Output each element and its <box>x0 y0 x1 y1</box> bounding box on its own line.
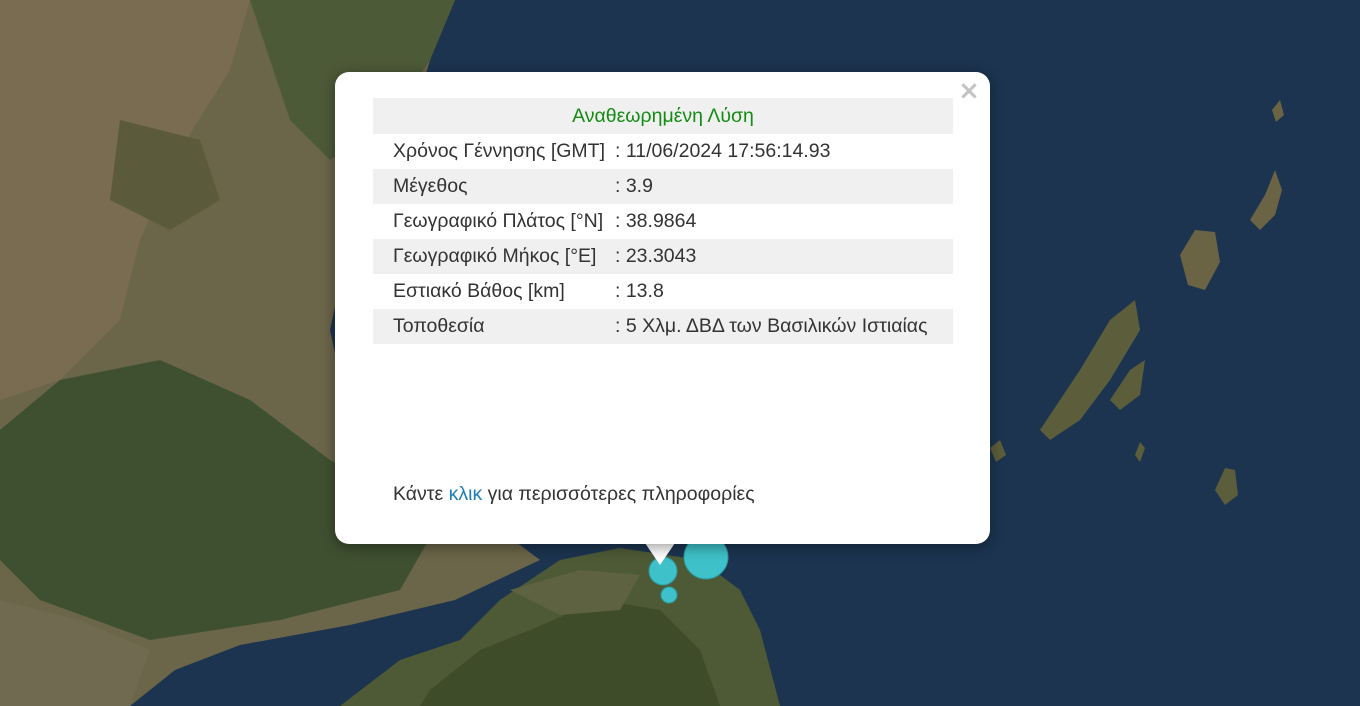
info-label: Εστιακό Βάθος [km] <box>393 280 565 302</box>
info-row-location: Τοποθεσία : 5 Χλμ. ΔΒΔ των Βασιλικών Ιστ… <box>373 309 953 344</box>
info-row-longitude: Γεωγραφικό Μήκος [°E] : 23.3043 <box>373 239 953 274</box>
info-row-latitude: Γεωγραφικό Πλάτος [°N] : 38.9864 <box>373 204 953 239</box>
earthquake-marker[interactable] <box>660 586 678 604</box>
info-value: : 23.3043 <box>615 239 953 274</box>
info-row-origin-time: Χρόνος Γέννησης [GMT] : 11/06/2024 17:56… <box>373 134 953 169</box>
info-value: : 5 Χλμ. ΔΒΔ των Βασιλικών Ιστιαίας <box>615 309 953 344</box>
info-row-magnitude: Μέγεθος : 3.9 <box>373 169 953 204</box>
more-info-link[interactable]: κλικ <box>449 483 483 505</box>
info-value: : 11/06/2024 17:56:14.93 <box>615 140 831 162</box>
info-label: Τοποθεσία <box>373 309 615 344</box>
info-label: Γεωγραφικό Μήκος [°E] <box>373 239 615 274</box>
earthquake-popup: × Αναθεωρημένη Λύση Χρόνος Γέννησης [GMT… <box>335 72 990 544</box>
info-label: Μέγεθος <box>373 169 615 204</box>
popup-title: Αναθεωρημένη Λύση <box>373 98 953 134</box>
footer-prefix: Κάντε <box>393 483 444 505</box>
popup-tip <box>645 543 675 565</box>
info-value: : 38.9864 <box>615 210 697 232</box>
info-value: : 3.9 <box>615 169 953 204</box>
info-label: Χρόνος Γέννησης [GMT] <box>393 140 605 162</box>
info-value: : 13.8 <box>615 280 664 302</box>
close-button[interactable]: × <box>958 78 980 104</box>
footer-suffix: για περισσότερες πληροφορίες <box>487 483 755 505</box>
earthquake-info-table: Αναθεωρημένη Λύση Χρόνος Γέννησης [GMT] … <box>373 98 953 344</box>
info-label: Γεωγραφικό Πλάτος [°N] <box>393 210 604 232</box>
info-row-depth: Εστιακό Βάθος [km] : 13.8 <box>373 274 953 309</box>
popup-footer: Κάντε κλικ για περισσότερες πληροφορίες <box>393 483 755 506</box>
